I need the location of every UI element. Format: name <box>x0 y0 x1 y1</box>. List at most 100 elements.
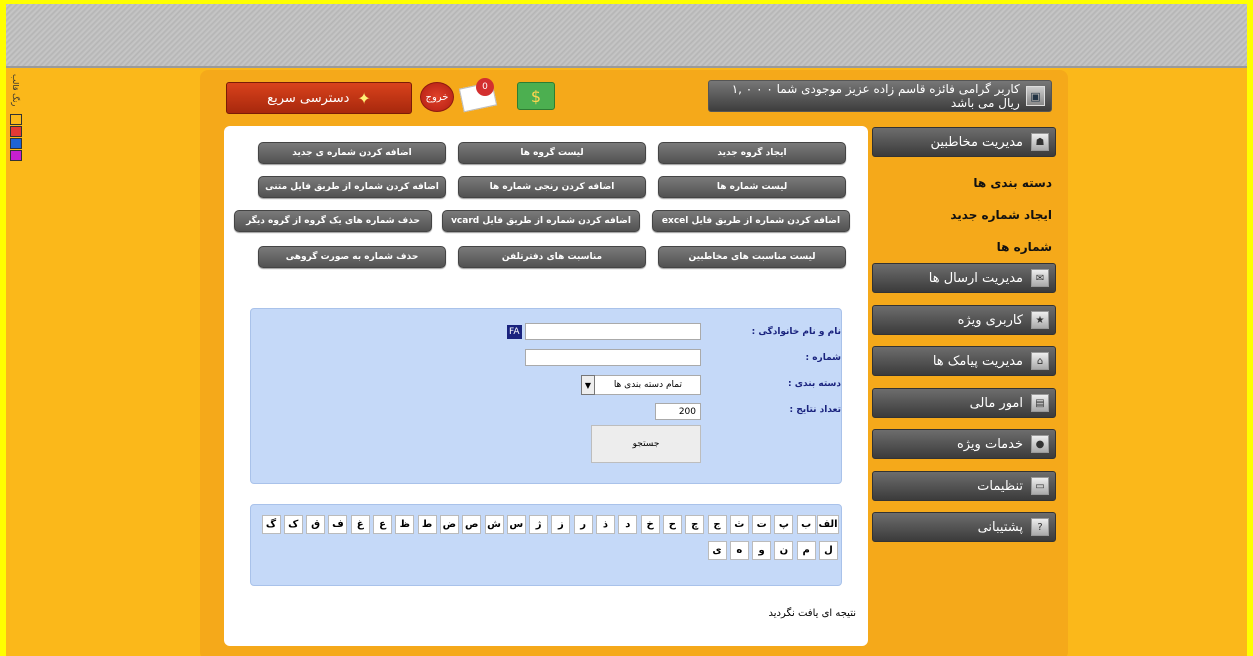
menu-label: مدیریت پیامک ها <box>932 353 1023 369</box>
alphabet-letter[interactable]: ذ <box>596 515 615 534</box>
category-select[interactable]: تمام دسته بندی ها <box>581 375 701 395</box>
alphabet-letter[interactable]: ب <box>796 515 816 534</box>
money-icon[interactable]: $ <box>517 82 555 110</box>
menu-label: امور مالی <box>969 395 1023 411</box>
alphabet-letter[interactable]: گ <box>261 515 281 534</box>
menu-label: مدیریت مخاطبین <box>930 134 1024 150</box>
menu-settings[interactable]: ▭ تنظیمات <box>872 471 1056 501</box>
alphabet-letter[interactable]: ن <box>774 541 794 560</box>
envelope-send-icon: ✉ <box>1031 269 1049 287</box>
mail-button[interactable]: 0 <box>456 78 500 113</box>
alphabet-letter[interactable]: ی <box>707 541 727 560</box>
theme-swatch-purple[interactable] <box>10 150 22 161</box>
alphabet-letter[interactable]: ف <box>328 515 348 534</box>
alphabet-letter[interactable]: ض <box>439 515 459 534</box>
logout-button[interactable]: خروج <box>420 82 454 112</box>
menu-send-management[interactable]: ✉ مدیریت ارسال ها <box>872 263 1056 293</box>
mail-count-badge: 0 <box>476 78 494 96</box>
chevron-down-icon[interactable]: ▼ <box>581 375 595 395</box>
action-button-1-2[interactable]: اضافه کردن شماره از طریق فایل متنی <box>258 176 446 198</box>
award-medal-icon: ● <box>1031 435 1049 453</box>
alphabet-letter[interactable]: الف <box>817 515 839 534</box>
alphabet-letter[interactable]: ص <box>462 515 482 534</box>
user-icon: ▣ <box>1025 86 1045 106</box>
no-result-text: نتیجه ای یافت نگردید <box>768 608 856 619</box>
action-button-0-0[interactable]: ایجاد گروه جدید <box>658 142 846 164</box>
submenu-new-number[interactable]: ایجاد شماره جدید <box>872 208 1052 222</box>
alphabet-letter[interactable]: ت <box>752 515 772 534</box>
menu-label: خدمات ویژه <box>956 436 1023 452</box>
category-selected-value: تمام دسته بندی ها <box>613 380 682 390</box>
alphabet-letter[interactable]: ث <box>729 515 749 534</box>
number-label: شماره : <box>805 353 842 363</box>
results-count-label: تعداد نتایج : <box>789 405 841 415</box>
alphabet-letter[interactable]: ک <box>283 515 303 534</box>
monitor-icon: ▭ <box>1031 477 1049 495</box>
submenu-categories[interactable]: دسته بندی ها <box>872 176 1052 190</box>
results-count-input[interactable] <box>655 403 701 420</box>
action-button-3-2[interactable]: حذف شماره به صورت گروهی <box>258 246 446 268</box>
alphabet-letter[interactable]: ش <box>484 515 504 534</box>
alphabet-letter[interactable]: ژ <box>529 515 549 534</box>
theme-swatch-red[interactable] <box>10 126 22 137</box>
submenu-numbers[interactable]: شماره ها <box>872 240 1052 254</box>
alphabet-letter[interactable]: ز <box>551 515 571 534</box>
alphabet-letter[interactable]: ق <box>306 515 326 534</box>
number-input[interactable] <box>525 349 701 366</box>
alphabet-letter[interactable]: ر <box>573 515 593 534</box>
search-form: نام و نام خانوادگی : FA شماره : دسته بند… <box>250 308 842 484</box>
menu-contacts-management[interactable]: ☗ مدیریت مخاطبین <box>872 127 1056 157</box>
alphabet-filter: الف ب پ ت ث ج چ ح خ د ذ ر ز ژ س ش ص ض ط ظ ع غ ف ق ک گ ل م ن و ه ی <box>250 504 842 586</box>
alphabet-letter[interactable]: م <box>796 541 816 560</box>
document-money-icon: ▤ <box>1031 394 1049 412</box>
menu-special-services[interactable]: ● خدمات ویژه <box>872 429 1056 459</box>
theme-swatch-orange[interactable] <box>10 114 22 125</box>
menu-special-user[interactable]: ★ کاربری ویژه <box>872 305 1056 335</box>
help-icon: ? <box>1031 518 1049 536</box>
action-button-1-0[interactable]: لیست شماره ها <box>658 176 846 198</box>
theme-color-panel: رنگ قالب <box>8 74 28 162</box>
alphabet-letter[interactable]: ظ <box>395 515 415 534</box>
menu-finance[interactable]: ▤ امور مالی <box>872 388 1056 418</box>
action-button-3-0[interactable]: لیست مناسبت های مخاطبین <box>658 246 846 268</box>
quick-access-label: دسترسی سریع <box>267 90 350 106</box>
alphabet-letter[interactable]: خ <box>640 515 660 534</box>
name-input[interactable] <box>525 323 701 340</box>
fa-keyboard-badge: FA <box>507 325 522 339</box>
alphabet-letter[interactable]: ج <box>707 515 727 534</box>
action-button-2-0[interactable]: اضافه کردن شماره از طریق فایل excel <box>652 210 850 232</box>
alphabet-letter[interactable]: ح <box>662 515 682 534</box>
action-button-3-1[interactable]: مناسبت های دفترتلفن <box>458 246 646 268</box>
search-button[interactable]: جستجو <box>591 425 701 463</box>
magic-wand-icon: ✦ <box>357 88 371 108</box>
menu-label: کاربری ویژه <box>957 312 1023 328</box>
category-label: دسته بندی : <box>788 379 841 389</box>
alphabet-letter[interactable]: س <box>506 515 526 534</box>
quick-access-button[interactable]: دسترسی سریع ✦ <box>226 82 412 114</box>
menu-support[interactable]: ? پشتیبانی <box>872 512 1056 542</box>
alphabet-letter[interactable]: و <box>752 541 772 560</box>
alphabet-letter[interactable]: ل <box>819 541 838 560</box>
contacts-book-icon: ☗ <box>1031 133 1049 151</box>
menu-sms-management[interactable]: ⌂ مدیریت پیامک ها <box>872 346 1056 376</box>
alphabet-letter[interactable]: ط <box>417 515 437 534</box>
action-button-2-2[interactable]: حذف شماره های یک گروه از گروه دیگر <box>234 210 432 232</box>
action-button-0-1[interactable]: لیست گروه ها <box>458 142 646 164</box>
alphabet-letter[interactable]: پ <box>774 515 794 534</box>
home-icon: ⌂ <box>1031 352 1049 370</box>
action-button-0-2[interactable]: اضافه کردن شماره ی جدید <box>258 142 446 164</box>
top-banner <box>6 4 1247 68</box>
alphabet-letter[interactable]: د <box>618 515 638 534</box>
alphabet-letter[interactable]: ه <box>729 541 749 560</box>
main-frame: ▣ کاربر گرامی فائزه قاسم زاده عزیز موجود… <box>200 70 1068 656</box>
balance-bar: ▣ کاربر گرامی فائزه قاسم زاده عزیز موجود… <box>708 80 1052 112</box>
action-button-1-1[interactable]: اضافه کردن رنجی شماره ها <box>458 176 646 198</box>
menu-label: مدیریت ارسال ها <box>928 270 1023 286</box>
alphabet-letter[interactable]: غ <box>350 515 370 534</box>
menu-label: تنظیمات <box>977 478 1023 494</box>
theme-swatch-blue[interactable] <box>10 138 22 149</box>
alphabet-letter[interactable]: ع <box>373 515 392 534</box>
action-button-2-1[interactable]: اضافه کردن شماره از طریق فایل vcard <box>442 210 640 232</box>
alphabet-letter[interactable]: چ <box>685 515 705 534</box>
menu-label: پشتیبانی <box>977 519 1023 535</box>
